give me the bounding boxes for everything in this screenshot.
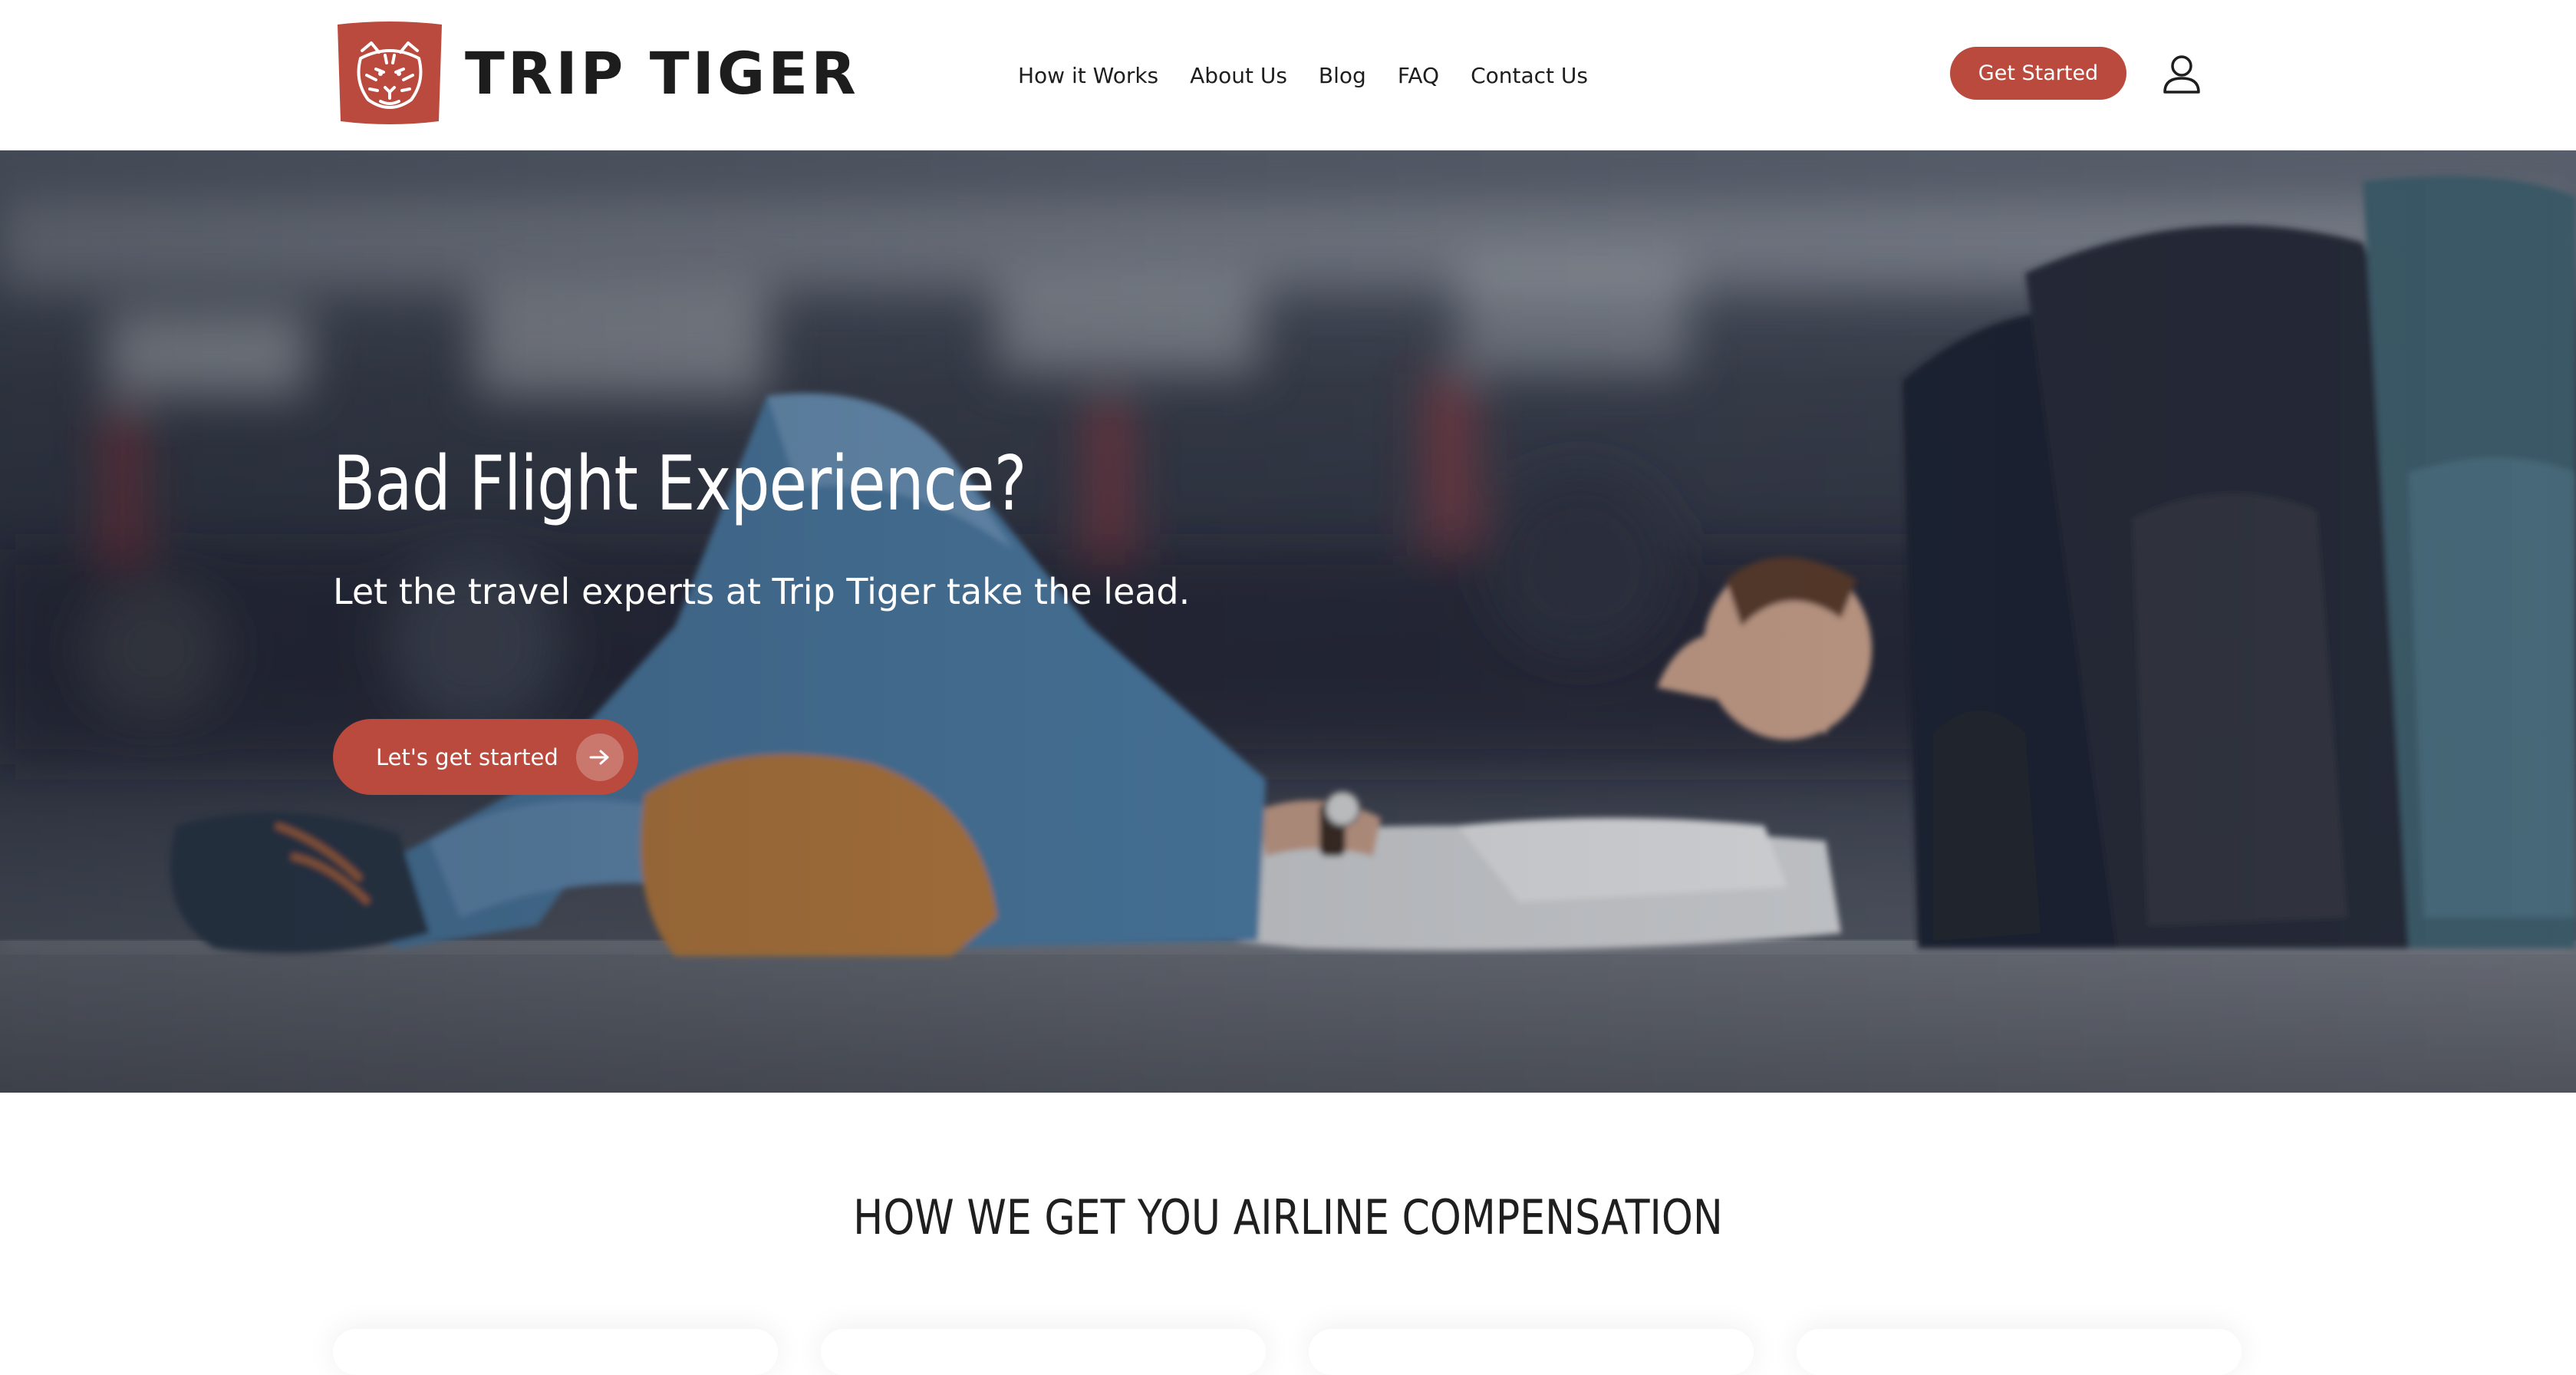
nav-about-us[interactable]: About Us [1190,63,1287,88]
arrow-right-icon [576,734,624,781]
section-title: HOW WE GET YOU AIRLINE COMPENSATION [853,1189,1723,1245]
user-icon[interactable] [2162,54,2202,95]
lets-get-started-button[interactable]: Let's get started [333,719,638,795]
hero-title: Bad Flight Experience? [333,440,1026,528]
step-card [821,1329,1266,1375]
step-card [1797,1329,2242,1375]
step-card [1309,1329,1754,1375]
brand-name: TRIP TIGER [465,39,859,107]
nav-how-it-works[interactable]: How it Works [1018,63,1158,88]
nav-contact-us[interactable]: Contact Us [1471,63,1588,88]
get-started-button[interactable]: Get Started [1950,47,2126,100]
nav-faq[interactable]: FAQ [1398,63,1439,88]
step-card [333,1329,778,1375]
brand-logo-link[interactable]: TRIP TIGER [331,20,859,127]
main-nav: How it Works About Us Blog FAQ Contact U… [1018,0,1588,150]
tiger-logo-icon [338,21,442,124]
site-header: TRIP TIGER How it Works About Us Blog FA… [0,0,2576,150]
nav-blog[interactable]: Blog [1319,63,1366,88]
hero-button-label: Let's get started [376,744,558,770]
hero-subtitle: Let the travel experts at Trip Tiger tak… [333,571,1191,612]
hero-section: Bad Flight Experience? Let the travel ex… [0,150,2576,1093]
